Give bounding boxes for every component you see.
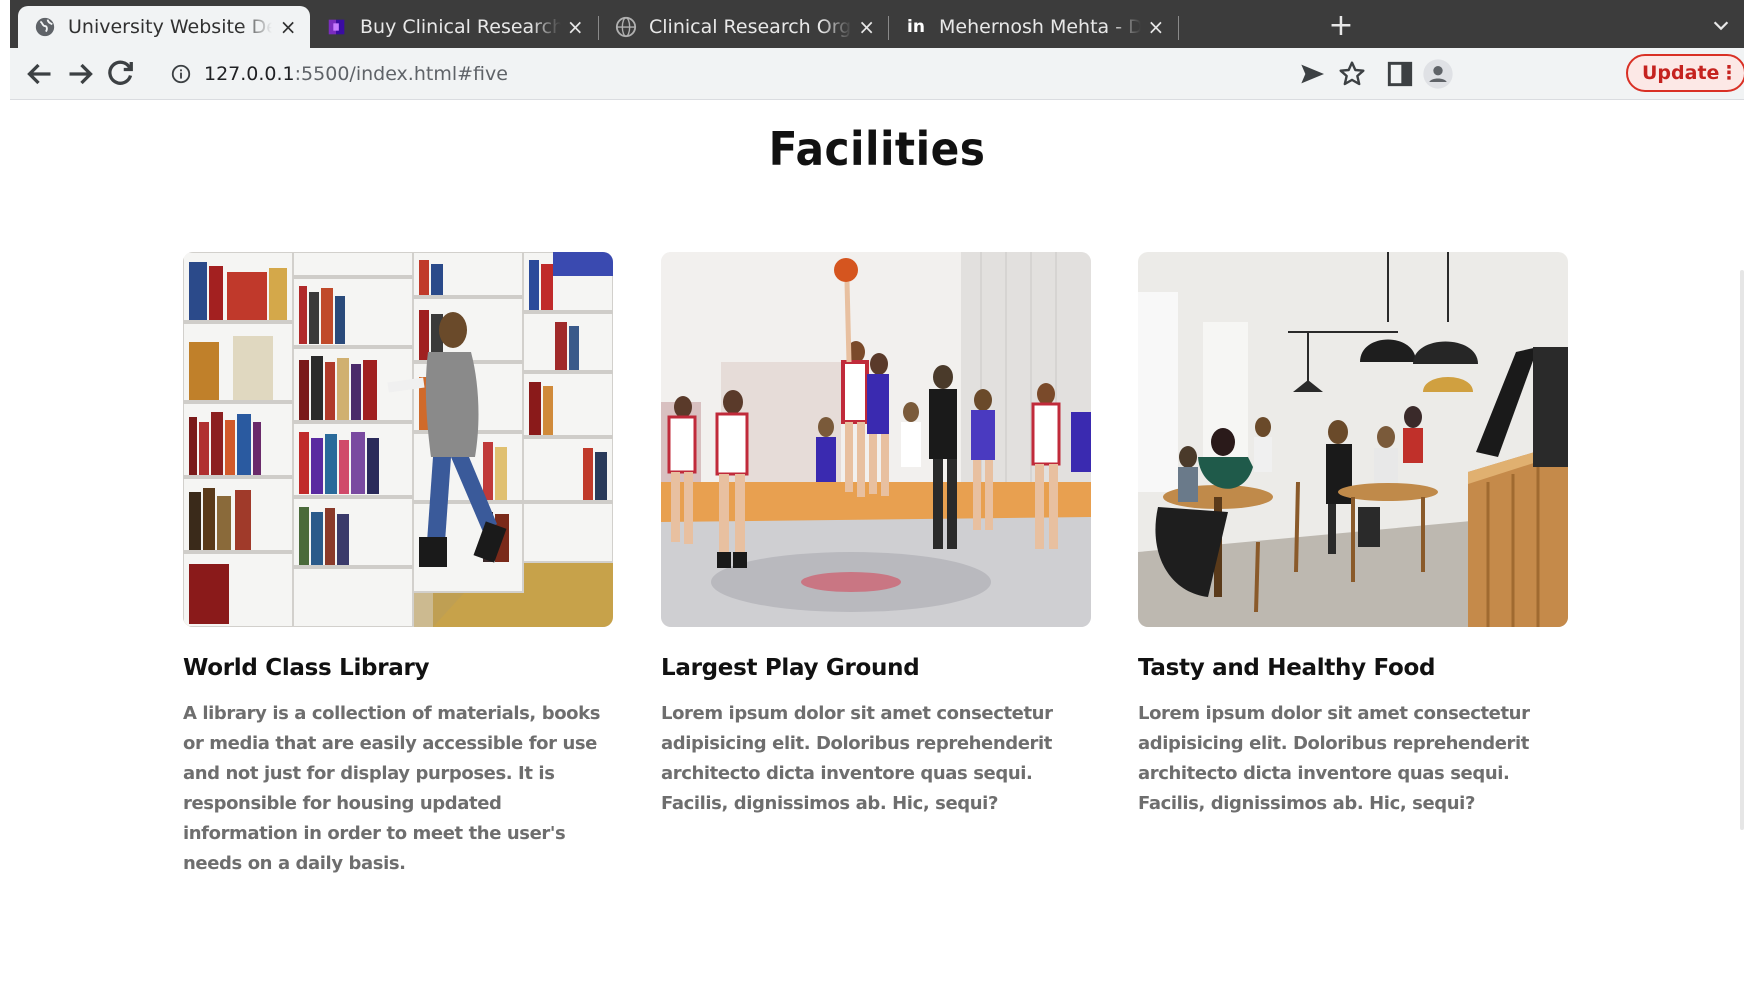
tab-title: Clinical Research Organization [649, 16, 852, 38]
tab-title: Mehernosh Mehta - Director [939, 16, 1141, 38]
close-icon[interactable]: × [567, 15, 584, 39]
tab-clinical-organization[interactable]: Clinical Research Organization × [599, 6, 887, 48]
forward-button[interactable] [62, 56, 98, 92]
send-icon [1301, 64, 1324, 84]
page-scrollbar[interactable] [1738, 100, 1744, 994]
address-bar[interactable]: 127.0.0.1:5500/index.html#five [160, 54, 1420, 94]
avatar-icon [1423, 59, 1453, 89]
bookmark-button[interactable] [1336, 58, 1368, 90]
more-menu-icon[interactable]: ⋮ [1719, 62, 1738, 84]
facility-card-library: World Class Library A library is a colle… [183, 252, 613, 879]
tab-university-website[interactable]: University Website Design × [18, 6, 310, 48]
tab-separator [1178, 16, 1179, 40]
profile-button[interactable] [1422, 58, 1454, 90]
page-content: Facilities World Class Library A library… [10, 100, 1744, 994]
tab-title: Buy Clinical Research Course [360, 16, 561, 38]
basketball-photo [661, 252, 1091, 627]
info-icon[interactable] [170, 63, 192, 85]
card-text: Lorem ipsum dolor sit amet consectetur a… [661, 703, 1053, 814]
tab-title: University Website Design [68, 16, 273, 38]
section-title: Facilities [768, 122, 986, 176]
library-photo [183, 252, 613, 627]
close-icon[interactable]: × [1147, 15, 1165, 39]
linkedin-icon: in [905, 16, 927, 38]
linkedin-letters: in [907, 17, 925, 37]
reload-button[interactable] [102, 56, 138, 92]
update-button[interactable]: Update ⋮ [1626, 54, 1744, 92]
tab-clinical-course[interactable]: Buy Clinical Research Course × [310, 6, 596, 48]
star-icon [1339, 61, 1365, 86]
back-button[interactable] [22, 56, 58, 92]
side-panel-button[interactable] [1384, 58, 1416, 90]
send-tab-button[interactable] [1296, 58, 1328, 90]
card-title: Largest Play Ground [661, 655, 920, 681]
globe-icon [35, 17, 55, 37]
card-text: A library is a collection of materials, … [183, 703, 601, 874]
chevron-down-icon [1713, 21, 1729, 31]
browser-toolbar: 127.0.0.1:5500/index.html#five Update ⋮ [10, 48, 1744, 100]
cafeteria-photo [1138, 252, 1568, 627]
globe-logo-icon [615, 16, 637, 38]
scrollbar-thumb[interactable] [1740, 270, 1744, 830]
facility-card-food: Tasty and Healthy Food Lorem ipsum dolor… [1138, 252, 1568, 819]
close-icon[interactable]: × [278, 15, 298, 39]
tab-search-button[interactable] [1706, 10, 1736, 40]
close-icon[interactable]: × [858, 15, 875, 39]
window-edge [0, 0, 10, 100]
url-text: 127.0.0.1:5500/index.html#five [204, 63, 508, 85]
arrow-right-icon [69, 63, 93, 85]
url-path: :5500/index.html#five [294, 63, 508, 85]
card-text: Lorem ipsum dolor sit amet consectetur a… [1138, 703, 1530, 814]
card-title: Tasty and Healthy Food [1138, 655, 1436, 681]
arrow-left-icon [27, 63, 51, 85]
new-tab-button[interactable]: + [1323, 8, 1359, 44]
facility-card-playground: Largest Play Ground Lorem ipsum dolor si… [661, 252, 1091, 819]
tab-linkedin-profile[interactable]: in Mehernosh Mehta - Director × [889, 6, 1177, 48]
reload-icon [108, 60, 133, 85]
update-label: Update [1642, 62, 1720, 84]
browser-tab-strip: University Website Design × Buy Clinical… [0, 0, 1744, 48]
side-panel-icon [1387, 61, 1413, 87]
course-logo-icon [328, 19, 345, 35]
url-host: 127.0.0.1 [204, 63, 295, 85]
card-title: World Class Library [183, 655, 430, 681]
